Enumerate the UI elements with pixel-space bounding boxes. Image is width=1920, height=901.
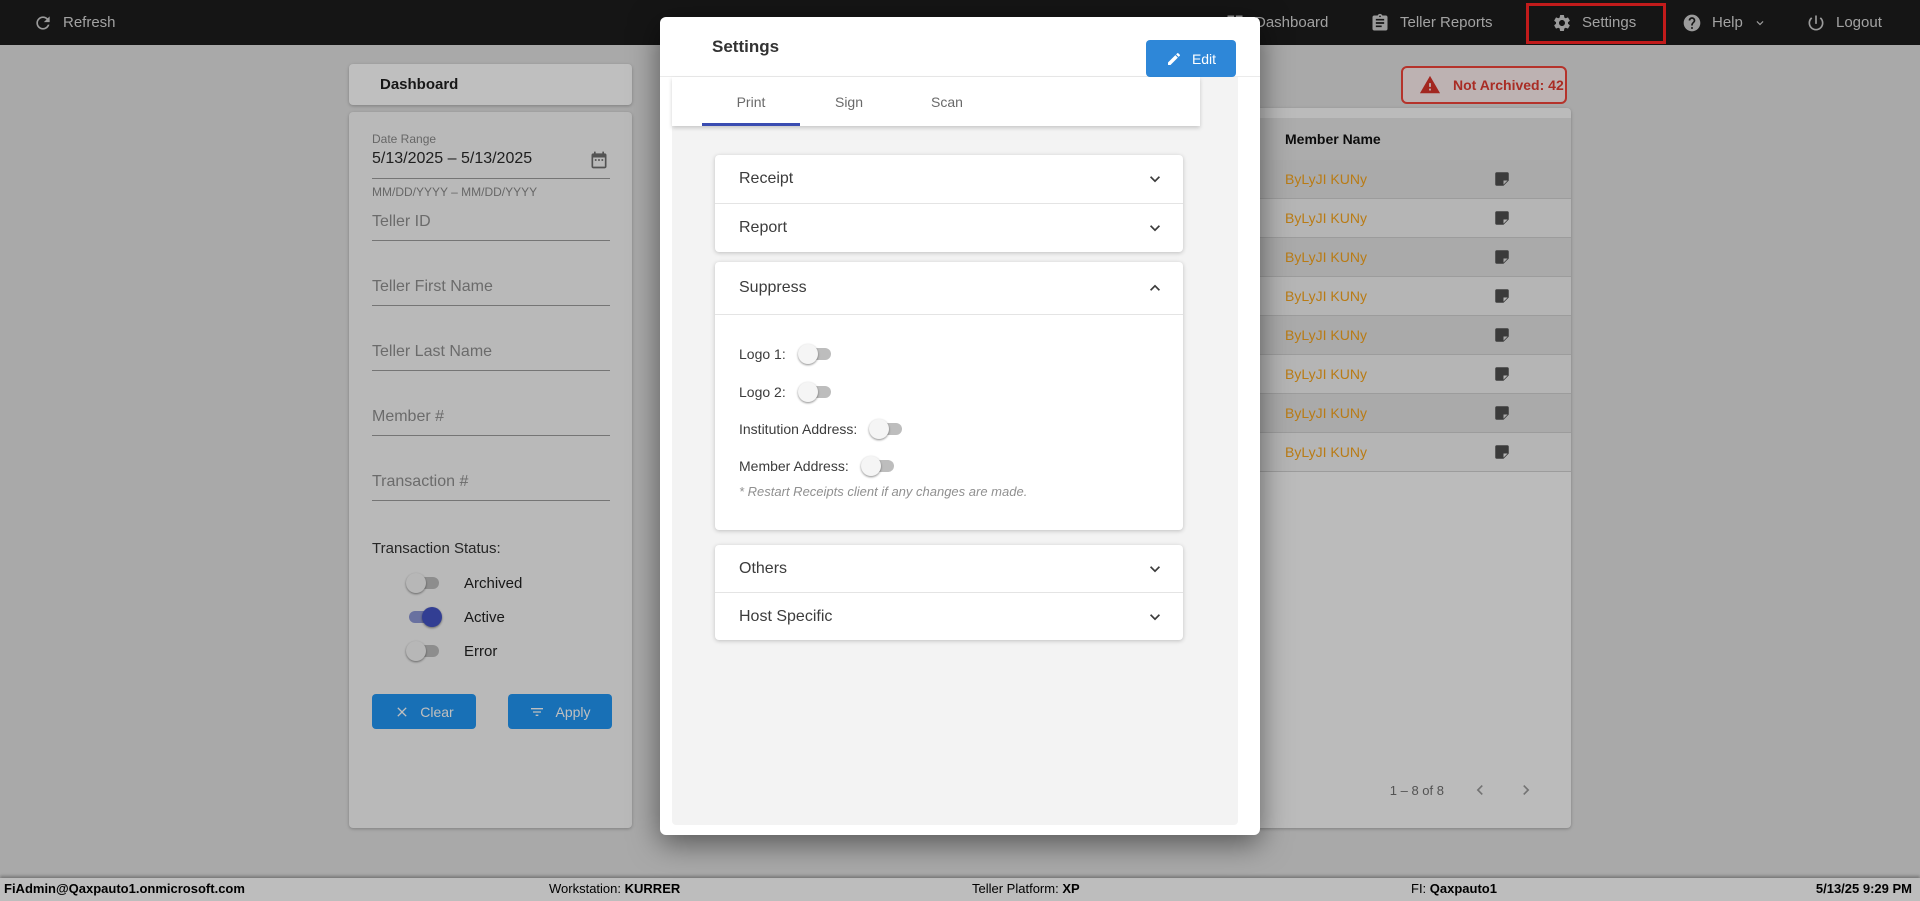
chevron-up-icon [1150, 284, 1160, 291]
suppress-note: * Restart Receipts client if any changes… [739, 484, 1028, 499]
app-root: Refresh Dashboard Teller Reports Setting… [0, 0, 1920, 901]
institution-address-toggle[interactable] [869, 419, 905, 439]
accordion-others[interactable]: Others [715, 545, 1183, 592]
logo2-label: Logo 2: [739, 384, 786, 400]
suppress-row-logo1: Logo 1: [739, 342, 834, 366]
edit-button[interactable]: Edit [1146, 40, 1236, 77]
suppress-label: Suppress [739, 279, 807, 296]
settings-modal: Settings Edit Print Sign Scan Receipt Re… [660, 17, 1260, 835]
host-specific-label: Host Specific [739, 607, 833, 625]
chevron-down-icon [1150, 566, 1160, 573]
accordion-receipt[interactable]: Receipt [715, 155, 1183, 203]
report-label: Report [739, 219, 788, 236]
settings-modal-body: Print Sign Scan Receipt Report Suppress … [672, 77, 1238, 825]
logo1-label: Logo 1: [739, 346, 786, 362]
settings-modal-header: Settings Edit [660, 17, 1260, 77]
others-label: Others [739, 559, 788, 577]
settings-highlight-annotation [1526, 3, 1666, 44]
tab-print[interactable]: Print [702, 77, 800, 126]
logo1-toggle[interactable] [797, 344, 834, 364]
chevron-down-icon [1150, 176, 1160, 183]
suppress-row-institution-address: Institution Address: [739, 417, 905, 441]
others-host-card: Others Host Specific [715, 545, 1183, 640]
accordion-host-specific[interactable]: Host Specific [715, 593, 1183, 640]
suppress-row-logo2: Logo 2: [739, 380, 834, 404]
accordion-report[interactable]: Report [715, 204, 1183, 252]
edit-button-label: Edit [1191, 50, 1217, 67]
member-address-toggle[interactable] [860, 456, 897, 476]
receipt-label: Receipt [739, 170, 794, 187]
institution-address-label: Institution Address: [739, 421, 858, 437]
accordion-suppress[interactable]: Suppress [715, 262, 1183, 314]
tab-sign[interactable]: Sign [800, 77, 898, 126]
divider [715, 314, 1183, 315]
tab-scan[interactable]: Scan [898, 77, 996, 126]
pencil-icon [1167, 52, 1180, 65]
suppress-row-member-address: Member Address: [739, 454, 897, 478]
chevron-down-icon [1150, 614, 1160, 621]
member-address-label: Member Address: [739, 458, 849, 474]
suppress-card: Suppress Logo 1: Logo 2: Institution Add… [715, 262, 1183, 530]
logo2-toggle[interactable] [797, 382, 834, 402]
settings-modal-title: Settings [712, 37, 780, 56]
receipt-report-card: Receipt Report [715, 155, 1183, 252]
settings-tabbar: Print Sign Scan [672, 77, 1200, 126]
chevron-down-icon [1150, 225, 1160, 232]
